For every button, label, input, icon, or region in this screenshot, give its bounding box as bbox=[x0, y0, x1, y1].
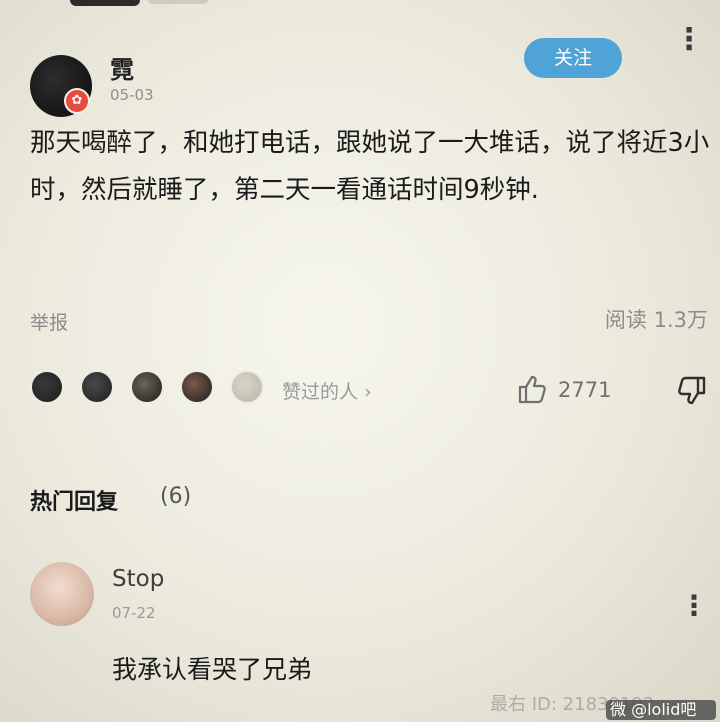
post-username[interactable]: 霓 bbox=[110, 50, 134, 85]
hot-replies-count: (6) bbox=[160, 484, 192, 509]
like-count: 2771 bbox=[558, 378, 612, 402]
top-cropped-avatar bbox=[70, 0, 140, 6]
thumbs-up-icon[interactable] bbox=[514, 372, 548, 406]
top-cropped-text bbox=[148, 0, 208, 4]
post-body-text: 那天喝醉了，和她打电话，跟她说了一大堆话，说了将近3小时，然后就睡了，第二天一看… bbox=[30, 128, 710, 205]
liker-avatar[interactable] bbox=[80, 370, 114, 404]
follow-button[interactable]: 关注 bbox=[524, 38, 622, 78]
liker-avatar[interactable] bbox=[230, 370, 264, 404]
verified-badge-icon: ✿ bbox=[64, 88, 90, 114]
reply-username[interactable]: Stop bbox=[112, 566, 164, 592]
post-date: 05-03 bbox=[110, 86, 154, 104]
thumbs-down-icon[interactable] bbox=[676, 374, 710, 408]
reply-body-text: 我承认看哭了兄弟 bbox=[112, 655, 313, 684]
weibo-watermark-tag: 微 @lolid吧 bbox=[606, 700, 716, 720]
liker-avatar[interactable] bbox=[130, 370, 164, 404]
reply-date: 07-22 bbox=[112, 604, 156, 622]
reply-avatar[interactable] bbox=[30, 562, 94, 626]
hot-replies-title: 热门回复 bbox=[30, 490, 119, 515]
liker-avatar[interactable] bbox=[30, 370, 64, 404]
liked-by-link[interactable]: 赞过的人 › bbox=[282, 377, 372, 404]
liker-avatar[interactable] bbox=[180, 370, 214, 404]
more-options-icon[interactable]: ⋮ bbox=[674, 25, 704, 70]
report-link[interactable]: 举报 bbox=[30, 308, 68, 335]
reply-more-options-icon[interactable]: ⋮ bbox=[680, 592, 708, 636]
read-count: 阅读 1.3万 bbox=[604, 308, 708, 332]
